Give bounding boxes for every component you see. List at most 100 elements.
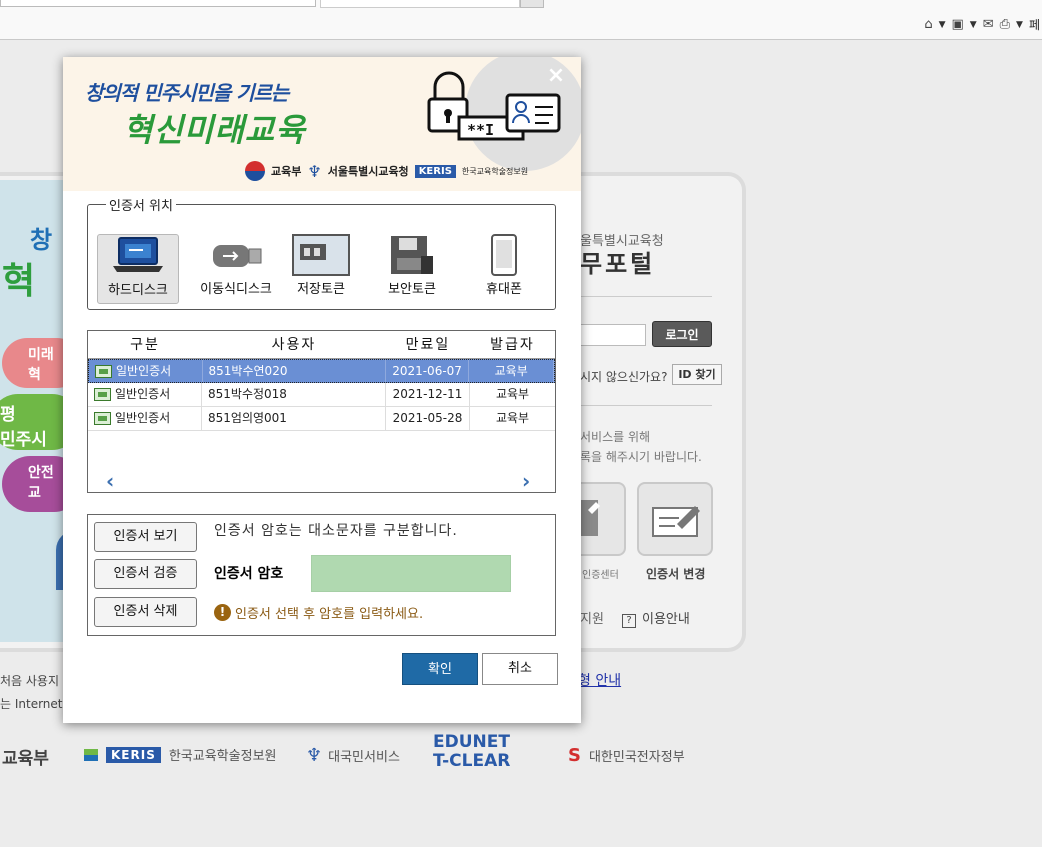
- edunet-label: EDUNET: [433, 732, 510, 752]
- warning-text: 인증서 선택 후 암호를 입력하세요.: [235, 607, 424, 622]
- print-icon[interactable]: ⎙: [1000, 16, 1010, 34]
- first-use-text: 처음 사용지: [0, 674, 60, 688]
- location-harddisk[interactable]: 하드디스크: [97, 234, 179, 304]
- cert-issuer: 교육부: [469, 360, 554, 382]
- support-link[interactable]: 지원: [580, 608, 604, 627]
- location-security-token[interactable]: 보안토큰: [371, 234, 453, 304]
- cert-change-icon-button[interactable]: [637, 482, 713, 556]
- footer-minwon-logo[interactable]: ♆ 대국민서비스: [306, 745, 400, 766]
- login-button[interactable]: 로그인: [652, 321, 712, 347]
- view-certificate-button[interactable]: 인증서 보기: [94, 522, 197, 552]
- tclear-label: T-CLEAR: [433, 751, 511, 771]
- location-storage-token[interactable]: 저장토큰: [280, 234, 362, 304]
- person-icon: ♆: [306, 745, 323, 766]
- footer-keris-logo[interactable]: KERIS 한국교육학술정보원: [84, 745, 276, 764]
- laptop-icon: [113, 237, 163, 272]
- slogan-line2: 혁신미래교육: [123, 111, 306, 149]
- banner-pill-future[interactable]: 미래 혁: [2, 338, 70, 388]
- column-header-type: 구분: [130, 337, 160, 353]
- divider: [576, 296, 712, 297]
- column-header-user: 사용자: [271, 337, 317, 353]
- new-tab-button[interactable]: [520, 0, 544, 8]
- footer-egov-logo[interactable]: S 대한민국전자정부: [568, 745, 685, 766]
- cert-user: 851박수연020: [203, 360, 386, 382]
- dialog-header-banner: 창의적 민주시민을 기르는 혁신미래교육 **I × 교육부 ♆ 서울특별시교육…: [63, 57, 581, 191]
- location-label: 이동식디스크: [200, 282, 272, 297]
- column-header-issuer: 발급자: [490, 337, 535, 353]
- location-removable-disk[interactable]: 이동식디스크: [195, 234, 277, 304]
- left-promo-banner: 창 혁 미래 혁 평 민주시 안전 교: [0, 180, 70, 642]
- scroll-right-icon[interactable]: ›: [522, 469, 530, 492]
- banner-pill-safety[interactable]: 안전 교: [2, 456, 70, 512]
- org-seoul-edu: 서울특별시교육청: [327, 165, 409, 178]
- close-icon[interactable]: ×: [545, 65, 567, 87]
- slogan-line1: 창의적 민주시민을 기르는: [85, 81, 289, 105]
- org-moe: 교육부: [271, 165, 302, 178]
- banner-pill-democracy[interactable]: 평 민주시: [0, 394, 70, 450]
- certificate-password-input[interactable]: [311, 555, 511, 592]
- location-mobile-phone[interactable]: 휴대폰: [463, 234, 545, 304]
- delete-certificate-button[interactable]: 인증서 삭제: [94, 597, 197, 627]
- password-warning: ! 인증서 선택 후 암호를 입력하세요.: [214, 603, 423, 622]
- location-label: 보안토큰: [388, 282, 436, 297]
- mail-icon[interactable]: ✉: [983, 16, 994, 34]
- ok-button[interactable]: 확인: [402, 653, 478, 685]
- cert-expiry: 2021-12-11: [386, 383, 470, 406]
- cert-user: 851엄의영001: [202, 407, 386, 430]
- cert-change-icon: [652, 506, 700, 537]
- cert-location-legend: 인증서 위치: [109, 199, 173, 214]
- banner-title-fragment-2: 혁: [2, 261, 36, 302]
- keris-badge: KERIS: [106, 746, 161, 763]
- case-sensitive-notice: 인증서 암호는 대소문자를 구분합니다.: [214, 523, 458, 539]
- guide-link[interactable]: 형 안내: [578, 670, 621, 690]
- portal-title: 무포털: [580, 250, 656, 278]
- cert-change-label: 인증서 변경: [646, 567, 706, 581]
- certificate-icon: [94, 388, 111, 401]
- table-row[interactable]: 일반인증서 851박수정018 2021-12-11 교육부: [88, 383, 555, 407]
- home-icon[interactable]: ⌂: [924, 16, 932, 34]
- table-row[interactable]: 일반인증서 851엄의영001 2021-05-28 교육부: [88, 407, 555, 431]
- verify-certificate-button[interactable]: 인증서 검증: [94, 559, 197, 589]
- browser-tab[interactable]: [320, 0, 520, 8]
- mobile-phone-icon: [491, 234, 517, 276]
- warning-icon: !: [214, 604, 231, 621]
- table-row[interactable]: 일반인증서 851박수연020 2021-06-07 교육부: [88, 359, 555, 383]
- password-section: 인증서 보기 인증서 검증 인증서 삭제 인증서 암호는 대소문자를 구분합니다…: [87, 514, 556, 636]
- rss-dropdown-icon[interactable]: ▼: [970, 16, 977, 34]
- help-link[interactable]: ? 이용안내: [622, 608, 690, 628]
- id-find-button[interactable]: ID 찾기: [672, 364, 722, 385]
- help-label: 이용안내: [642, 612, 690, 627]
- table-header: 구분 사용자 만료일 발급자: [88, 331, 555, 359]
- cancel-button[interactable]: 취소: [482, 653, 558, 685]
- home-dropdown-icon[interactable]: ▼: [939, 16, 946, 34]
- banner-title-fragment: 창: [30, 226, 53, 254]
- address-bar[interactable]: [0, 0, 316, 7]
- cert-expiry: 2021-06-07: [386, 360, 470, 382]
- certificate-dialog: 창의적 민주시민을 기르는 혁신미래교육 **I × 교육부 ♆ 서울특별시교육…: [63, 57, 581, 723]
- cert-expiry: 2021-05-28: [386, 407, 470, 430]
- print-dropdown-icon[interactable]: ▼: [1016, 16, 1023, 34]
- cert-issuer: 교육부: [495, 411, 530, 425]
- rss-feed-icon[interactable]: ▣: [952, 16, 964, 34]
- egov-icon: S: [568, 745, 581, 766]
- keris-name: 한국교육학술정보원: [168, 749, 277, 764]
- location-label: 저장토큰: [297, 282, 345, 297]
- question-icon: ?: [622, 614, 636, 628]
- cert-center-label: 인증센터: [582, 570, 619, 581]
- password-input-bg[interactable]: [576, 324, 646, 346]
- org-keris-name: 한국교육학술정보원: [461, 166, 529, 176]
- footer-moe-logo[interactable]: 교육부: [2, 744, 49, 769]
- egov-label: 대한민국전자정부: [588, 750, 685, 765]
- certificate-icon: [95, 364, 112, 378]
- scroll-left-icon[interactable]: ‹: [106, 469, 114, 492]
- page-menu[interactable]: 페: [1029, 16, 1040, 34]
- forgot-id-text: 시지 않으신가요?: [580, 370, 668, 384]
- location-label: 휴대폰: [486, 282, 522, 297]
- certificate-icon: [94, 412, 111, 425]
- footer-edunet-logo[interactable]: EDUNET T-CLEAR: [433, 733, 510, 771]
- service-notice-line1: 서비스를 위해: [580, 430, 651, 444]
- cert-type: 일반인증서: [115, 411, 171, 425]
- seoul-edu-icon: ♆: [307, 161, 322, 181]
- lock-password-icon: **I: [427, 71, 561, 141]
- command-bar: ⌂ ▼ ▣ ▼ ✉ ⎙ ▼ 페: [924, 14, 1042, 36]
